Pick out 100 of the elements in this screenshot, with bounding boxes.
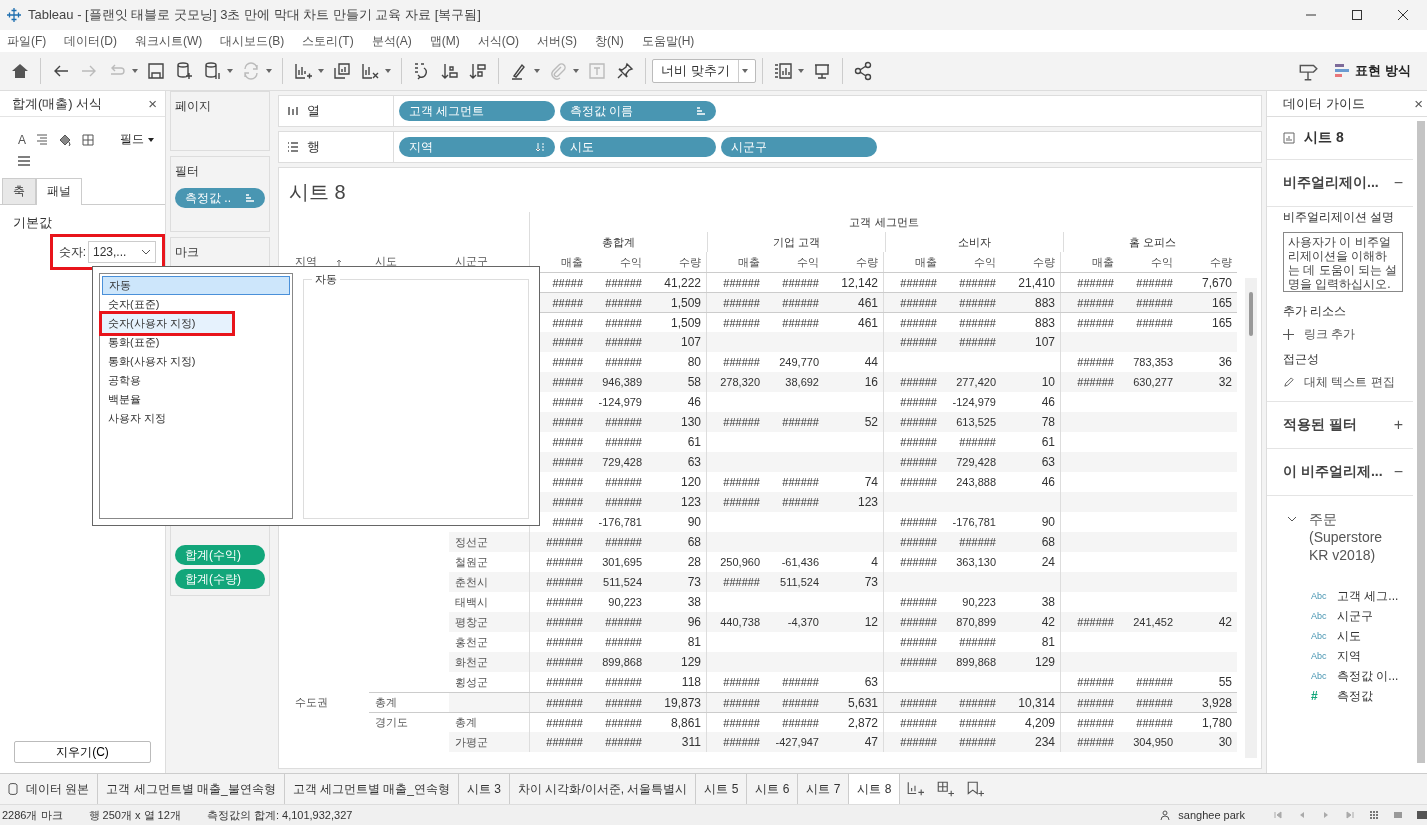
- user-name[interactable]: sanghee park: [1178, 809, 1245, 821]
- table-cell: ######: [900, 416, 937, 428]
- row-label: 평창군: [455, 614, 488, 630]
- paint-bucket-icon[interactable]: [58, 132, 72, 147]
- field-name[interactable]: 고객 세그...: [1337, 587, 1399, 605]
- format-list[interactable]: 자동 숫자(표준) 숫자(사용자 지정) 통화(표준) 통화(사용자 지정) 공학용 백분율 사용자 지정: [99, 273, 293, 519]
- menu-item[interactable]: 워크시트(W): [128, 32, 210, 50]
- description-field[interactable]: 사용자가 이 비주얼리제이션을 이해하는 데 도움이 되는 설명을 입력하십시오.: [1283, 232, 1403, 292]
- table-cell: 1,780: [1201, 715, 1232, 730]
- add-link[interactable]: 링크 추가: [1304, 326, 1356, 343]
- format-option[interactable]: 백분율: [102, 390, 290, 409]
- close-button[interactable]: ×: [1414, 95, 1423, 112]
- field-menu[interactable]: 필드: [120, 131, 158, 148]
- table-cell: 68: [1041, 535, 1055, 549]
- grid-view-icon[interactable]: [1369, 810, 1379, 820]
- menu-item[interactable]: 데이터(D): [57, 32, 124, 50]
- close-button[interactable]: ×: [148, 95, 157, 112]
- menu-item[interactable]: 대시보드(B): [213, 32, 292, 50]
- edit-alt-text-link[interactable]: 대체 텍스트 편집: [1304, 374, 1395, 391]
- format-option[interactable]: 숫자(사용자 지정): [102, 314, 232, 333]
- menu-item[interactable]: 스토리(T): [295, 32, 361, 50]
- table-cell: ######: [723, 676, 760, 688]
- new-story-icon[interactable]: [966, 780, 985, 798]
- filmstrip-view-icon[interactable]: [1417, 810, 1427, 820]
- caret-icon[interactable]: [534, 69, 540, 73]
- font-button[interactable]: A: [18, 132, 26, 147]
- show-me-button[interactable]: 표현 방식: [1333, 60, 1413, 82]
- caret-icon[interactable]: [227, 69, 233, 73]
- menu-item[interactable]: 서식(O): [470, 32, 526, 50]
- format-option[interactable]: 통화(표준): [102, 333, 290, 352]
- fit-dropdown[interactable]: 너비 맞추기: [652, 59, 756, 83]
- chevron-icon[interactable]: [1287, 514, 1297, 524]
- lines-icon[interactable]: [17, 154, 31, 168]
- close-icon[interactable]: [1397, 9, 1409, 21]
- field-type-icon: Abc: [1311, 631, 1329, 641]
- format-option[interactable]: 통화(사용자 지정): [102, 352, 290, 371]
- format-option[interactable]: 사용자 지정: [102, 409, 290, 428]
- field-name[interactable]: 시군구: [1337, 607, 1373, 625]
- collapse-button[interactable]: −: [1393, 174, 1403, 192]
- scrollbar[interactable]: [1417, 121, 1425, 763]
- table-cell: ######: [1077, 696, 1114, 709]
- field-name[interactable]: 측정값: [1337, 687, 1373, 705]
- menu-item[interactable]: 맵(M): [422, 32, 467, 50]
- table-cell: 46: [1041, 475, 1055, 489]
- database-icon: [8, 783, 18, 795]
- clear-button[interactable]: 지우기(C): [14, 741, 151, 763]
- menu-item[interactable]: 도움말(H): [634, 32, 702, 50]
- sheet-tab[interactable]: 시트 8: [849, 774, 901, 804]
- field-type-icon: #: [1311, 689, 1329, 703]
- table-cell: #####: [552, 276, 583, 289]
- menu-item[interactable]: 서버(S): [530, 32, 584, 50]
- table-cell: 73: [687, 575, 701, 589]
- format-option[interactable]: 자동: [102, 276, 290, 295]
- format-tab[interactable]: 패널: [36, 178, 82, 205]
- table-cell: 19,873: [664, 695, 701, 710]
- caret-icon[interactable]: [385, 69, 391, 73]
- new-sheet-icon[interactable]: [906, 780, 925, 798]
- section-title: 이 비주얼리제...: [1283, 463, 1383, 481]
- add-button[interactable]: +: [1393, 416, 1403, 434]
- data-source-name[interactable]: 주문 (Superstore KR v2018): [1309, 510, 1405, 564]
- format-tab[interactable]: 축: [2, 178, 36, 204]
- table-cell: 250,960: [720, 556, 760, 568]
- format-option[interactable]: 숫자(표준): [102, 295, 290, 314]
- menu-item[interactable]: 창(N): [588, 32, 631, 50]
- table-cell: 511,524: [603, 576, 642, 588]
- maximize-icon[interactable]: [1351, 9, 1363, 21]
- table-cell: 36: [1218, 355, 1232, 369]
- field-type-icon: Abc: [1311, 611, 1329, 621]
- table-cell: #####: [552, 416, 583, 428]
- table-cell: ######: [1077, 316, 1114, 329]
- table-cell: 38,692: [785, 376, 819, 388]
- table-cell: ######: [546, 636, 583, 648]
- row-label: 횡성군: [455, 674, 488, 690]
- collapse-button[interactable]: −: [1393, 463, 1403, 481]
- table-cell: ######: [959, 716, 996, 729]
- field-name[interactable]: 시도: [1337, 627, 1361, 645]
- field-name[interactable]: 측정값 이...: [1337, 667, 1399, 685]
- row-label: 정선군: [455, 534, 488, 550]
- new-dashboard-icon[interactable]: [936, 780, 955, 798]
- number-format-dropdown[interactable]: 123,...: [88, 241, 156, 263]
- table-cell: -124,979: [598, 396, 642, 408]
- menu-item[interactable]: 분석(A): [364, 32, 419, 50]
- field-name[interactable]: 지역: [1337, 647, 1361, 665]
- table-cell: ######: [959, 436, 996, 448]
- sort-icon[interactable]: [335, 259, 343, 269]
- caret-icon[interactable]: [797, 69, 804, 73]
- column-header: 수익: [619, 254, 643, 270]
- menu-item[interactable]: 파일(F): [0, 32, 54, 50]
- scrollbar[interactable]: [1245, 278, 1257, 758]
- panel-title: 합계(매출) 서식: [12, 94, 103, 113]
- caret-icon[interactable]: [318, 69, 324, 73]
- field-label: 접근성: [1283, 351, 1320, 368]
- column-header: 수량: [855, 254, 879, 270]
- table-cell: 301,695: [602, 556, 642, 568]
- table-cell: ######: [605, 436, 642, 448]
- border-grid-icon[interactable]: [81, 132, 95, 147]
- chevron-down-icon: [141, 249, 151, 255]
- format-option[interactable]: 공학용: [102, 371, 290, 390]
- table-cell: ######: [1136, 716, 1173, 729]
- table-cell: ######: [1077, 716, 1114, 729]
